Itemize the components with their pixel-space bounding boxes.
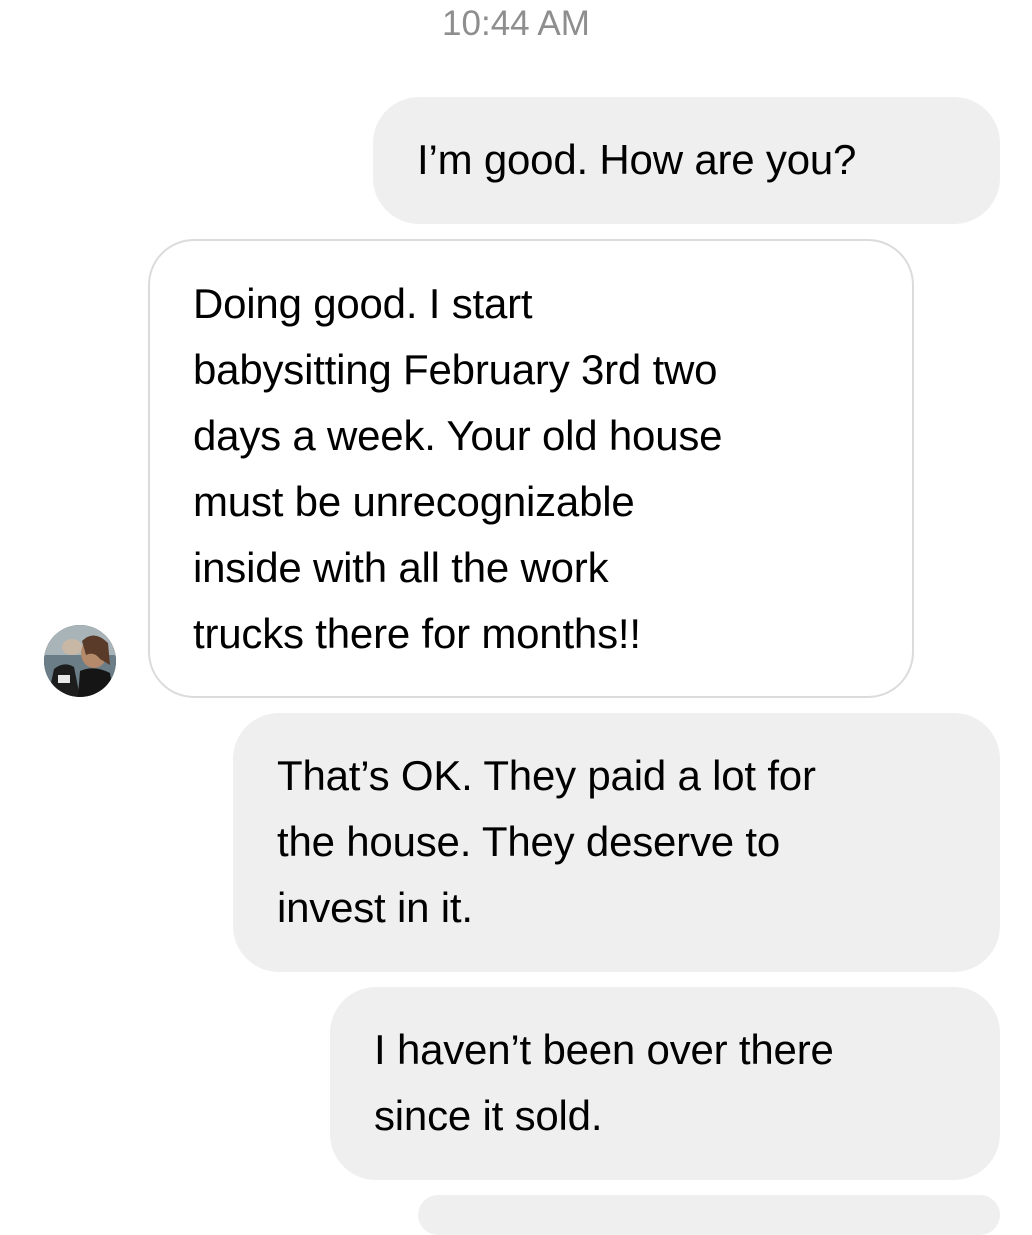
profile-photo-avatar-icon xyxy=(44,625,116,697)
message-bubble-outgoing[interactable]: I’m good. How are you? xyxy=(373,97,1000,224)
message-bubble-incoming[interactable]: Doing good. I start babysitting February… xyxy=(148,239,914,698)
message-bubble-outgoing[interactable]: That’s OK. They paid a lot for the house… xyxy=(233,713,1000,972)
message-timestamp: 10:44 AM xyxy=(442,4,590,43)
message-text: I’m good. How are you? xyxy=(417,136,857,183)
message-text: I haven’t been over there since it sold. xyxy=(374,1026,834,1139)
contact-avatar[interactable] xyxy=(44,625,116,697)
message-text: That’s OK. They paid a lot for the house… xyxy=(277,752,816,931)
message-bubble-outgoing[interactable]: I haven’t been over there since it sold. xyxy=(330,987,1000,1180)
message-bubble-outgoing-partial[interactable] xyxy=(418,1195,1000,1235)
message-text: Doing good. I start babysitting February… xyxy=(193,280,723,657)
